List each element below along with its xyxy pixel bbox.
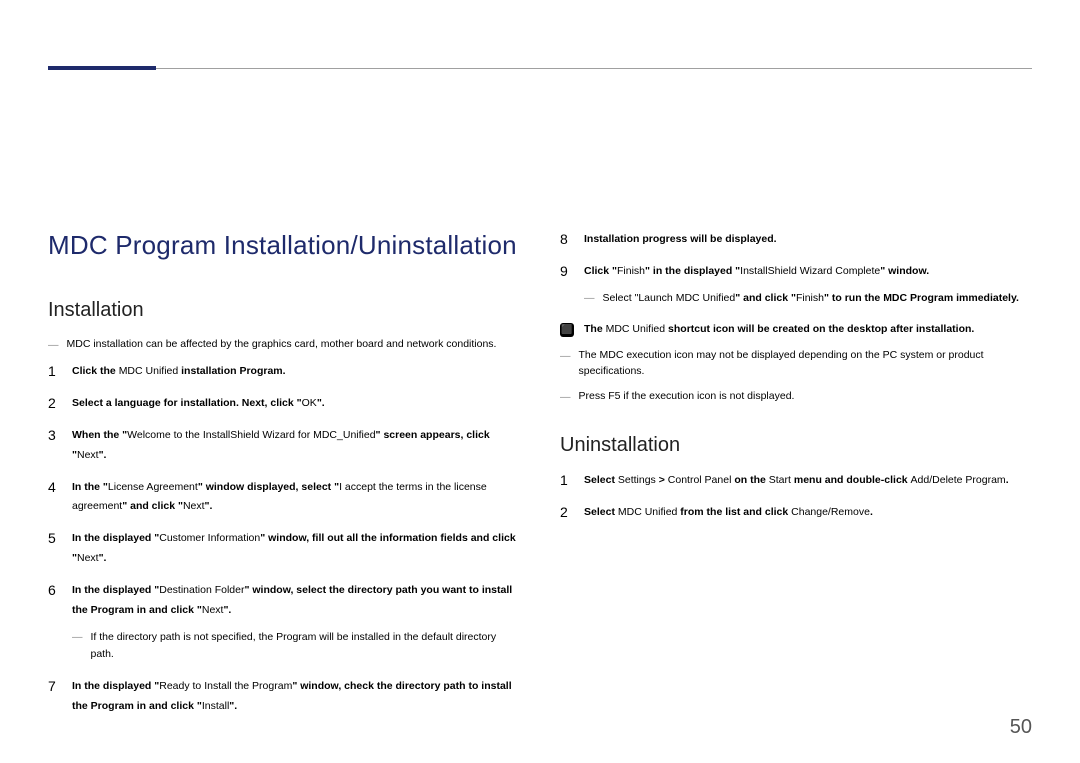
shortcut-note-text: The MDC Unified shortcut icon will be cr… (584, 321, 974, 339)
dash-icon: ― (72, 629, 83, 663)
dash-icon: ― (48, 336, 59, 354)
dash-icon: ― (560, 388, 571, 406)
shortcut-icon-note: ⬛ The MDC Unified shortcut icon will be … (560, 321, 1032, 339)
step-item: 1 Select Settings > Control Panel on the… (560, 471, 1032, 491)
step-number: 5 (48, 529, 60, 569)
step-body: Select MDC Unified from the list and cli… (584, 503, 1032, 523)
step-number: 2 (48, 394, 60, 414)
step-body: Installation progress will be displayed. (584, 230, 1032, 250)
step-body: When the "Welcome to the InstallShield W… (72, 426, 520, 466)
post-note: ― Press F5 if the execution icon is not … (560, 388, 1032, 406)
left-column: MDC Program Installation/Uninstallation … (48, 230, 520, 729)
uninstallation-steps: 1 Select Settings > Control Panel on the… (560, 471, 1032, 523)
step-item: 6 In the displayed "Destination Folder" … (48, 581, 520, 664)
info-disk-icon: ⬛ (560, 323, 574, 337)
step-item: 7 In the displayed "Ready to Install the… (48, 677, 520, 717)
step-number: 1 (48, 362, 60, 382)
post-install-notes: ― The MDC execution icon may not be disp… (560, 347, 1032, 406)
right-column: 8 Installation progress will be displaye… (560, 230, 1032, 729)
step-item: 4 In the "License Agreement" window disp… (48, 478, 520, 518)
step-number: 9 (560, 262, 572, 309)
step-number: 4 (48, 478, 60, 518)
step-item: 3 When the "Welcome to the InstallShield… (48, 426, 520, 466)
post-note-text: The MDC execution icon may not be displa… (579, 347, 1033, 381)
step-number: 6 (48, 581, 60, 664)
uninstallation-heading: Uninstallation (560, 434, 1032, 457)
step-number: 3 (48, 426, 60, 466)
step-item: 2 Select a language for installation. Ne… (48, 394, 520, 414)
step-body: Select Settings > Control Panel on the S… (584, 471, 1032, 491)
step-number: 2 (560, 503, 572, 523)
subnote-text: Select "Launch MDC Unified" and click "F… (603, 290, 1019, 307)
installation-heading: Installation (48, 299, 520, 322)
installation-steps-continued: 8 Installation progress will be displaye… (560, 230, 1032, 309)
step-body: In the "License Agreement" window displa… (72, 478, 520, 518)
step-item: 5 In the displayed "Customer Information… (48, 529, 520, 569)
step-body: Click "Finish" in the displayed "Install… (584, 262, 1032, 309)
post-note: ― The MDC execution icon may not be disp… (560, 347, 1032, 381)
step-subnote: ― If the directory path is not specified… (72, 629, 520, 663)
dash-icon: ― (584, 290, 595, 307)
header-accent-bar (48, 66, 156, 70)
step-subnote: ― Select "Launch MDC Unified" and click … (584, 290, 1032, 307)
step-number: 7 (48, 677, 60, 717)
note-text: MDC installation can be affected by the … (67, 336, 497, 354)
step-item: 8 Installation progress will be displaye… (560, 230, 1032, 250)
dash-icon: ― (560, 347, 571, 381)
subnote-text: If the directory path is not specified, … (91, 629, 521, 663)
page-title: MDC Program Installation/Uninstallation (48, 230, 520, 261)
step-body: In the displayed "Customer Information" … (72, 529, 520, 569)
step-number: 1 (560, 471, 572, 491)
installation-note: ― MDC installation can be affected by th… (48, 336, 520, 354)
step-number: 8 (560, 230, 572, 250)
page-number: 50 (1010, 716, 1032, 739)
content-area: MDC Program Installation/Uninstallation … (48, 230, 1032, 729)
header-rule (48, 68, 1032, 69)
step-item: 2 Select MDC Unified from the list and c… (560, 503, 1032, 523)
step-body: Click the MDC Unified installation Progr… (72, 362, 520, 382)
step-body: In the displayed "Ready to Install the P… (72, 677, 520, 717)
post-note-text: Press F5 if the execution icon is not di… (579, 388, 795, 406)
step-body: In the displayed "Destination Folder" wi… (72, 581, 520, 664)
step-item: 9 Click "Finish" in the displayed "Insta… (560, 262, 1032, 309)
step-item: 1 Click the MDC Unified installation Pro… (48, 362, 520, 382)
installation-steps: 1 Click the MDC Unified installation Pro… (48, 362, 520, 717)
step-body: Select a language for installation. Next… (72, 394, 520, 414)
